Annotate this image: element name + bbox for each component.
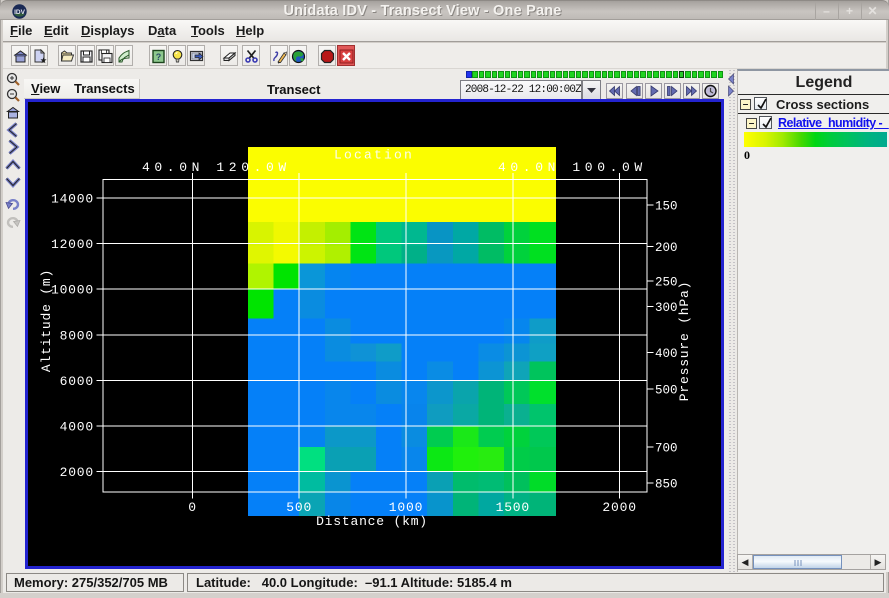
- svg-text:8000: 8000: [60, 328, 94, 343]
- svg-text:Pressure (hPa): Pressure (hPa): [677, 281, 692, 401]
- svg-text:850: 850: [655, 477, 678, 491]
- svg-text:300: 300: [655, 301, 678, 315]
- svg-text:12000: 12000: [51, 237, 94, 252]
- svg-text:2000: 2000: [60, 465, 94, 480]
- svg-text:500: 500: [655, 384, 678, 398]
- svg-text:4000: 4000: [60, 420, 94, 435]
- svg-text:10000: 10000: [51, 283, 94, 298]
- svg-text:2000: 2000: [602, 500, 636, 515]
- svg-text:0: 0: [188, 500, 197, 515]
- svg-text:Altitude (m): Altitude (m): [39, 269, 54, 372]
- svg-text:400: 400: [655, 347, 678, 361]
- svg-text:Location: Location: [334, 148, 414, 163]
- svg-text:500: 500: [286, 500, 312, 515]
- svg-text:IDV: IDV: [14, 9, 26, 16]
- svg-text:40.0N 120.0W: 40.0N 120.0W: [142, 160, 291, 175]
- svg-text:40.0N 100.0W: 40.0N 100.0W: [498, 160, 647, 175]
- svg-text:250: 250: [655, 276, 678, 290]
- svg-text:Distance (km): Distance (km): [316, 514, 428, 529]
- svg-text:150: 150: [655, 200, 678, 214]
- svg-text:200: 200: [655, 241, 678, 255]
- svg-text:1500: 1500: [496, 500, 530, 515]
- svg-text:700: 700: [655, 442, 678, 456]
- svg-text:?: ?: [156, 52, 162, 62]
- svg-text:6000: 6000: [60, 374, 94, 389]
- svg-text:1000: 1000: [389, 500, 423, 515]
- svg-text:14000: 14000: [51, 191, 94, 206]
